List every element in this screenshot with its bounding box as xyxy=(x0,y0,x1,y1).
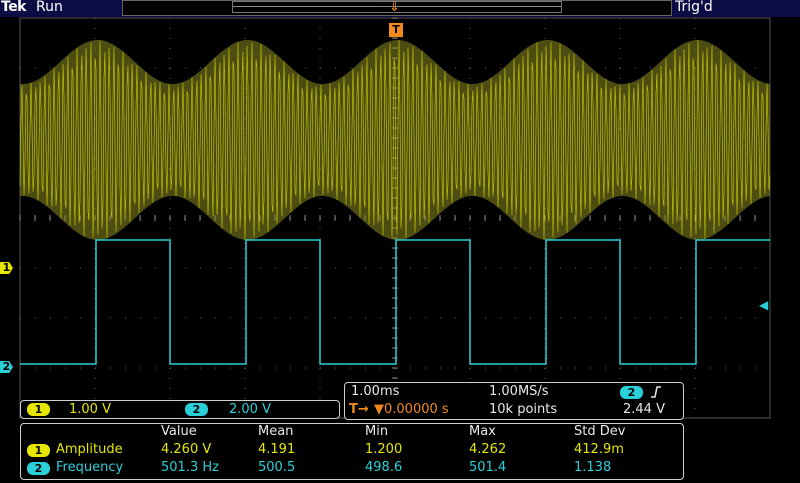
trigger-position-arrow-icon: ⇓ xyxy=(389,0,400,15)
measurement-name: Amplitude xyxy=(56,442,123,457)
trigger-level[interactable]: 2.44 V xyxy=(623,402,665,417)
measurements-panel: Value Mean Min Max Std Dev 1 Amplitude 4… xyxy=(20,423,684,480)
measurement-value: 4.260 V xyxy=(161,442,212,457)
measurement-channel-badge: 1 xyxy=(27,444,50,457)
measurement-min: 1.200 xyxy=(365,442,403,457)
channel-1-scale[interactable]: 1.00 V xyxy=(69,402,111,417)
brand-logo: Tek xyxy=(1,0,27,15)
trigger-position-icon: T→ xyxy=(349,402,369,417)
measurement-channel-badge: 2 xyxy=(27,462,50,475)
trigger-status: Trig'd xyxy=(675,0,713,15)
status-header: Tek Run Trig'd xyxy=(0,0,800,17)
measurement-max: 4.262 xyxy=(469,442,507,457)
channel-2-scale[interactable]: 2.00 V xyxy=(229,402,271,417)
measurement-value: 501.3 Hz xyxy=(161,460,219,475)
channel-1-badge[interactable]: 1 xyxy=(27,403,50,416)
trigger-level-arrow-icon[interactable]: ◀ xyxy=(759,298,768,312)
header-mean: Mean xyxy=(258,424,294,439)
measurement-mean: 500.5 xyxy=(258,460,296,475)
measurement-min: 498.6 xyxy=(365,460,403,475)
oscilloscope-display: Tek Run Trig'd ⇓ T 1 2 ◀ 1 1.00 V 2 2.00… xyxy=(0,0,800,483)
horizontal-scale[interactable]: 1.00ms xyxy=(351,384,399,399)
header-max: Max xyxy=(469,424,496,439)
trigger-source-badge[interactable]: 2 xyxy=(620,386,643,399)
rising-edge-icon xyxy=(651,386,661,398)
timebase-panel: 1.00ms 1.00MS/s 2 T→ ▼0.00000 s 10k poin… xyxy=(344,382,684,420)
channel-scale-panel: 1 1.00 V 2 2.00 V xyxy=(20,400,340,419)
header-min: Min xyxy=(365,424,389,439)
trigger-marker[interactable]: T xyxy=(389,23,403,37)
measurement-mean: 4.191 xyxy=(258,442,296,457)
header-std-dev: Std Dev xyxy=(574,424,626,439)
measurement-std-dev: 412.9m xyxy=(574,442,624,457)
measurement-std-dev: 1.138 xyxy=(574,460,612,475)
sample-rate: 1.00MS/s xyxy=(489,384,549,399)
measurement-name: Frequency xyxy=(56,460,124,475)
record-length[interactable]: 10k points xyxy=(489,402,557,417)
horizontal-position[interactable]: ▼0.00000 s xyxy=(374,402,449,417)
header-value: Value xyxy=(161,424,197,439)
run-state[interactable]: Run xyxy=(36,0,63,15)
measurement-max: 501.4 xyxy=(469,460,507,475)
channel-2-badge[interactable]: 2 xyxy=(185,403,208,416)
